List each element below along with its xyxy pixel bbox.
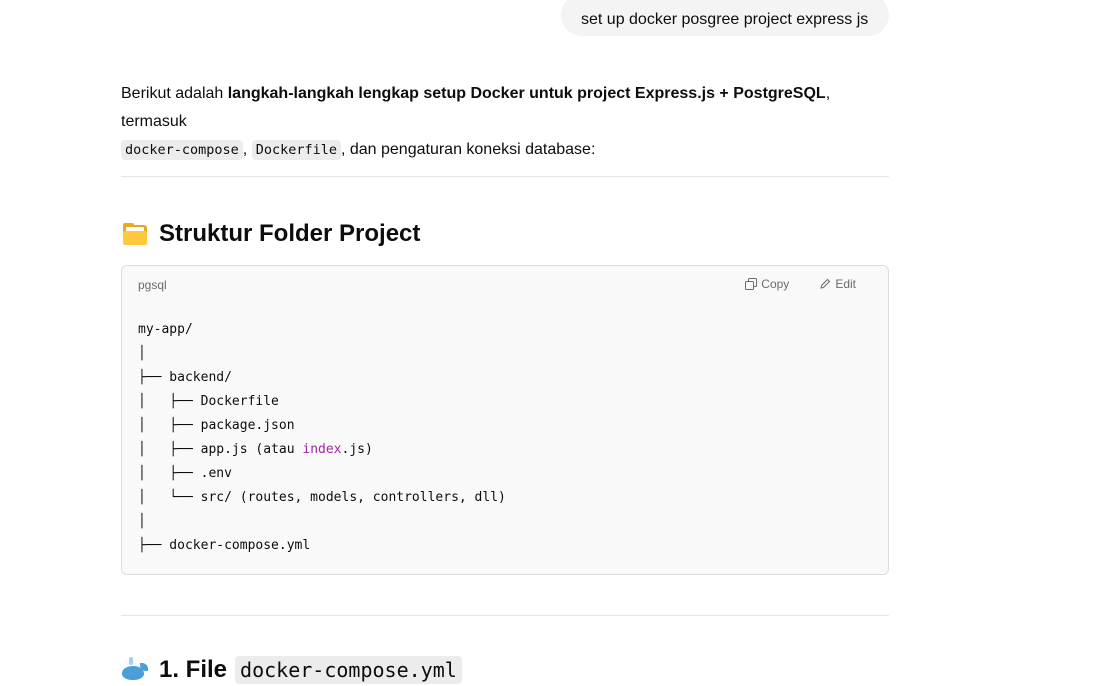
chat-page: set up docker posgree project express js…	[0, 0, 1112, 686]
divider	[121, 615, 889, 616]
code-line: │ ├── package.json	[138, 418, 295, 433]
code-line: │	[138, 514, 146, 529]
section-heading-structure: Struktur Folder Project	[121, 220, 420, 248]
code-line: │ └── src/ (routes, models, controllers,…	[138, 490, 506, 505]
code-line: │ ├── app.js (atau	[138, 442, 303, 457]
inline-code-filename: docker-compose.yml	[235, 656, 462, 684]
code-line: my-app/	[138, 322, 193, 337]
edit-label: Edit	[835, 277, 856, 291]
assistant-intro: Berikut adalah langkah-langkah lengkap s…	[121, 80, 889, 164]
code-line: │ ├── .env	[138, 466, 232, 481]
code-line: │ ├── Dockerfile	[138, 394, 279, 409]
copy-button[interactable]: Copy	[745, 277, 789, 291]
section-heading-compose: 1. File docker-compose.yml	[121, 656, 462, 684]
code-line: ├── backend/	[138, 370, 232, 385]
code-keyword: index	[302, 442, 342, 457]
folder-icon	[121, 222, 149, 246]
pencil-icon	[820, 278, 831, 289]
inline-code-dockerfile: Dockerfile	[251, 140, 341, 160]
intro-sep: ,	[242, 141, 252, 158]
edit-button[interactable]: Edit	[819, 277, 856, 291]
code-line-suffix: .js)	[341, 442, 373, 457]
code-language-label: pgsql	[138, 278, 167, 292]
code-content: my-app/ │ ├── backend/ │ ├── Dockerfile …	[138, 318, 506, 558]
code-block: pgsql Copy Edit my-app/ │ ├── backend/ │…	[121, 265, 889, 575]
copy-label: Copy	[761, 277, 790, 291]
user-message-text: set up docker posgree project express js	[581, 11, 869, 28]
copy-icon	[745, 278, 758, 290]
user-message-bubble: set up docker posgree project express js	[561, 0, 889, 36]
intro-prefix: Berikut adalah	[121, 85, 228, 102]
divider	[121, 176, 889, 177]
intro-tail: , dan pengaturan koneksi database:	[340, 141, 596, 158]
code-line: │	[138, 346, 146, 361]
code-line: ├── docker-compose.yml	[138, 538, 311, 553]
whale-icon	[121, 657, 149, 683]
intro-bold: langkah-langkah lengkap setup Docker unt…	[227, 85, 826, 102]
section-title: 1. File	[159, 656, 228, 683]
code-actions: Copy Edit	[745, 277, 856, 291]
section-title: Struktur Folder Project	[159, 220, 421, 247]
inline-code-docker-compose: docker-compose	[121, 140, 243, 160]
